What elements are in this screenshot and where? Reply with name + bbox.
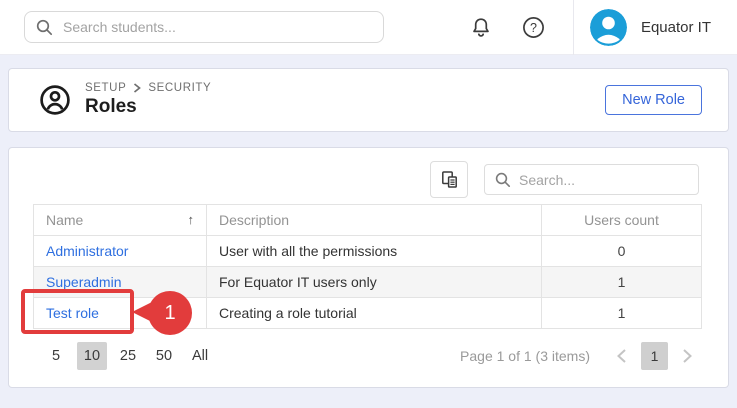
account-circle-icon [39,84,71,116]
chevron-right-icon [133,83,141,93]
help-icon: ? [522,16,545,39]
table-search-input[interactable] [484,164,699,195]
breadcrumb-setup[interactable]: SETUP [85,82,126,94]
page-info: Page 1 of 1 (3 items) [460,348,590,364]
breadcrumb-security[interactable]: SECURITY [148,82,211,94]
page-size-10[interactable]: 10 [77,342,107,370]
chevron-right-icon [682,348,693,364]
new-role-button[interactable]: New Role [605,85,702,115]
table-search [484,164,699,195]
student-search-input[interactable] [24,11,384,43]
copy-button[interactable] [430,161,468,198]
breadcrumb: SETUP SECURITY [85,82,211,94]
role-link-administrator[interactable]: Administrator [46,243,128,259]
page-size-25[interactable]: 25 [113,342,143,370]
notifications-button[interactable] [466,12,496,44]
role-description: For Equator IT users only [207,267,542,298]
role-link-test-role[interactable]: Test role [46,305,99,321]
page-size-5[interactable]: 5 [41,342,71,370]
role-users-count: 0 [542,236,702,267]
bell-icon [470,16,492,40]
previous-page-button[interactable] [610,348,633,364]
table-row: Administrator User with all the permissi… [34,236,702,267]
role-description: Creating a role tutorial [207,298,542,329]
roles-table-card: Name ↑ Description Users count Administr… [8,147,729,388]
pager: 5 10 25 50 All Page 1 of 1 (3 items) 1 [33,341,699,371]
pager-right: Page 1 of 1 (3 items) 1 [460,342,699,370]
page-header-card: SETUP SECURITY Roles New Role [8,68,729,132]
svg-text:?: ? [530,21,537,35]
table-row: Test role Creating a role tutorial 1 [34,298,702,329]
roles-table: Name ↑ Description Users count Administr… [33,204,702,329]
page-size-all[interactable]: All [185,342,215,370]
chevron-left-icon [616,348,627,364]
column-header-name[interactable]: Name ↑ [34,205,207,236]
avatar[interactable] [590,9,627,46]
table-header-row: Name ↑ Description Users count [34,205,702,236]
column-header-description[interactable]: Description [207,205,542,236]
search-icon [36,19,53,36]
help-button[interactable]: ? [518,12,549,43]
sort-ascending-icon[interactable]: ↑ [188,212,195,227]
topbar: ? Equator IT [0,0,737,55]
column-header-users-count[interactable]: Users count [542,205,702,236]
header-texts: SETUP SECURITY Roles [85,82,211,118]
page-title: Roles [85,96,211,118]
search-icon [495,172,511,188]
topbar-divider [573,0,574,55]
role-link-superadmin[interactable]: Superadmin [46,274,122,290]
page-size-selector: 5 10 25 50 All [41,342,215,370]
table-toolbar [33,161,699,198]
next-page-button[interactable] [676,348,699,364]
page-number-1[interactable]: 1 [641,342,668,370]
topbar-right: ? Equator IT [466,0,737,55]
page-size-50[interactable]: 50 [149,342,179,370]
role-description: User with all the permissions [207,236,542,267]
role-users-count: 1 [542,267,702,298]
user-name: Equator IT [641,19,711,36]
student-search [24,11,384,43]
copy-icon [440,170,459,189]
table-row: Superadmin For Equator IT users only 1 [34,267,702,298]
role-users-count: 1 [542,298,702,329]
